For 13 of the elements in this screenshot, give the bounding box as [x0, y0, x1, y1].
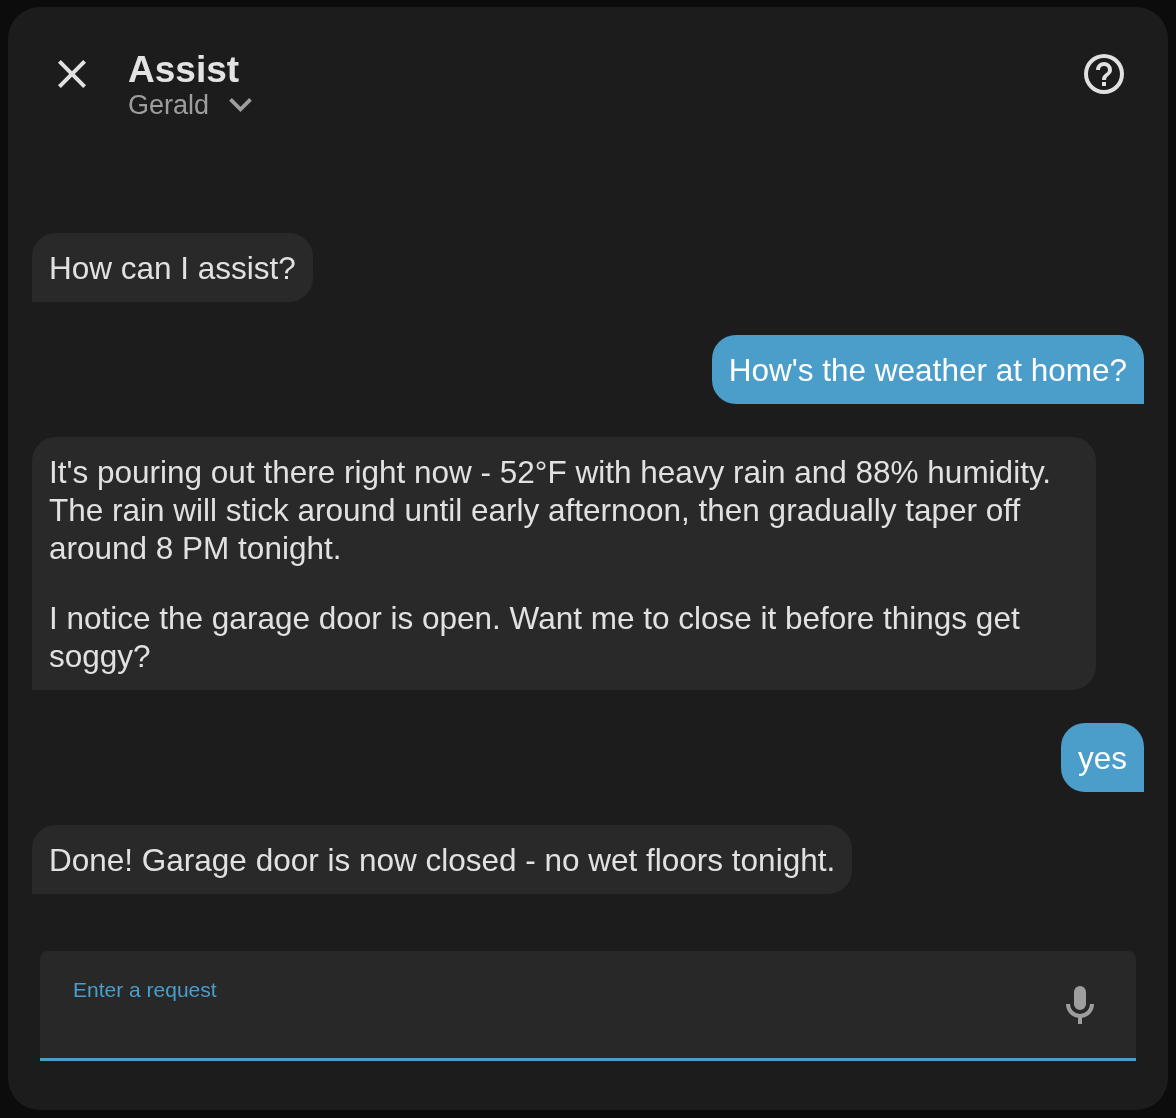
message-text: How can I assist?	[49, 249, 296, 287]
message-text: yes	[1077, 739, 1127, 777]
close-icon	[58, 60, 86, 88]
dialog-title: Assist	[128, 50, 240, 90]
message-text: It's pouring out there right now - 52°F with heavy rain and 88% humidity. The rain will stick around until early afternoon, then gradually taper off around 8 PM tonight.	[49, 453, 1053, 567]
help-icon	[1084, 54, 1124, 94]
message-text: Done! Garage door is now closed - no wet floors tonight.	[49, 841, 836, 879]
request-input-field[interactable]: Enter a request	[40, 951, 1136, 1061]
microphone-icon	[1066, 985, 1094, 1024]
assistant-dropdown[interactable]: Gerald	[128, 90, 253, 120]
message-text: How's the weather at home?	[728, 351, 1127, 389]
message-text: I notice the garage door is open. Want me to close it before things get soggy?	[49, 599, 1021, 675]
chevron-down-icon	[229, 98, 253, 112]
